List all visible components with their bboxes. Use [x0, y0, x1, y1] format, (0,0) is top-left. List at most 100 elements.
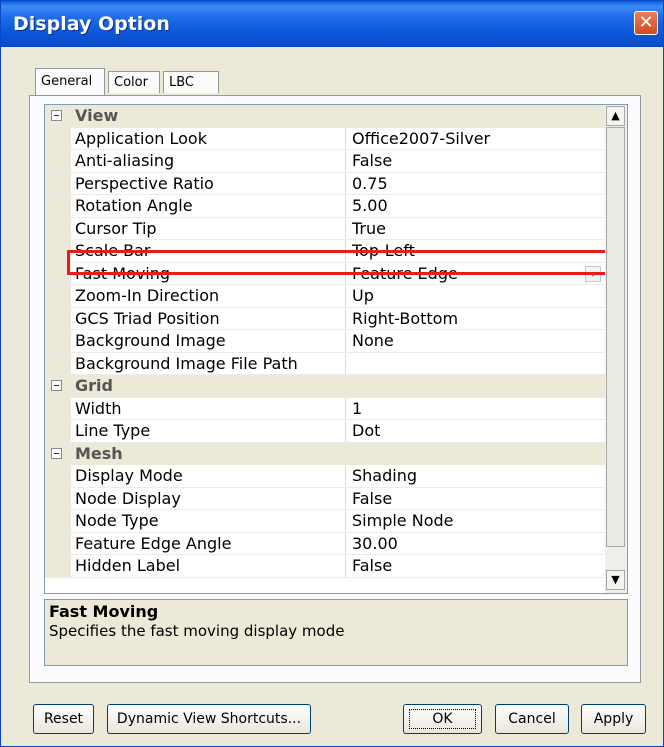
- row-gutter: [45, 397, 71, 419]
- property-name: Perspective Ratio: [75, 173, 214, 193]
- row-gutter: [45, 285, 71, 307]
- property-value[interactable]: None: [345, 330, 605, 352]
- display-option-dialog: Display Option ✕ General Color LBC View: [0, 0, 664, 747]
- property-row[interactable]: Background Image None: [45, 330, 605, 353]
- property-row[interactable]: Cursor Tip True: [45, 217, 605, 240]
- category-mesh[interactable]: Mesh: [45, 442, 605, 465]
- focus-rect: [409, 709, 476, 729]
- row-gutter: [45, 532, 71, 554]
- cancel-button[interactable]: Cancel: [495, 704, 569, 734]
- row-gutter: [45, 127, 71, 149]
- property-value[interactable]: Shading: [345, 465, 605, 487]
- collapse-icon[interactable]: [51, 380, 62, 391]
- property-value[interactable]: Simple Node: [345, 510, 605, 532]
- property-value[interactable]: 30.00: [345, 532, 605, 554]
- property-value[interactable]: Office2007-Silver: [345, 127, 605, 149]
- scroll-thumb[interactable]: [606, 127, 625, 547]
- property-value[interactable]: True: [345, 217, 605, 239]
- property-value[interactable]: 1: [345, 397, 605, 419]
- property-name: Application Look: [75, 128, 207, 148]
- collapse-icon[interactable]: [51, 447, 62, 459]
- description-text: Specifies the fast moving display mode: [49, 622, 345, 640]
- row-gutter: [45, 465, 71, 487]
- tab-lbc-label: LBC: [169, 75, 195, 90]
- property-row[interactable]: Width 1: [45, 397, 605, 420]
- row-gutter: [45, 240, 71, 262]
- arrow-up-icon: ▲: [611, 109, 620, 122]
- property-value[interactable]: 5.00: [345, 195, 605, 217]
- property-value[interactable]: Right-Bottom: [345, 307, 605, 329]
- property-name: Fast Moving: [75, 263, 171, 283]
- dialog-body: General Color LBC View Application Look …: [5, 47, 659, 742]
- row-gutter: [45, 172, 71, 194]
- property-row-fast-moving[interactable]: Fast Moving Feature Edge: [45, 262, 605, 285]
- property-row[interactable]: Zoom-In Direction Up: [45, 285, 605, 308]
- property-name: Scale Bar: [75, 241, 151, 260]
- collapse-icon[interactable]: [51, 110, 62, 121]
- property-row[interactable]: Feature Edge Angle 30.00: [45, 532, 605, 555]
- title-bar[interactable]: Display Option ✕: [1, 1, 663, 47]
- property-name: Background Image File Path: [75, 353, 298, 373]
- row-gutter: [45, 420, 71, 442]
- ok-button[interactable]: OK: [403, 704, 482, 734]
- property-value[interactable]: Top-Left: [345, 240, 605, 262]
- property-value[interactable]: False: [345, 555, 605, 577]
- apply-button[interactable]: Apply: [581, 704, 646, 734]
- property-grid: View Application Look Office2007-Silver …: [44, 104, 628, 594]
- property-value[interactable]: Up: [345, 285, 605, 307]
- row-gutter: [45, 217, 71, 239]
- property-row[interactable]: Node Display False: [45, 487, 605, 510]
- property-row[interactable]: Rotation Angle 5.00: [45, 195, 605, 218]
- property-name: Line Type: [75, 421, 151, 440]
- property-name: Width: [75, 398, 122, 418]
- property-name: Node Type: [75, 511, 159, 530]
- property-name: Zoom-In Direction: [75, 286, 220, 305]
- row-gutter: [45, 330, 71, 352]
- property-row[interactable]: Display Mode Shading: [45, 465, 605, 488]
- property-row[interactable]: Line Type Dot: [45, 420, 605, 443]
- row-gutter: [45, 195, 71, 217]
- property-value[interactable]: Dot: [345, 420, 605, 442]
- close-icon: ✕: [638, 12, 654, 33]
- property-row[interactable]: Background Image File Path: [45, 352, 605, 375]
- description-panel: Fast Moving Specifies the fast moving di…: [44, 599, 628, 666]
- tab-general-label: General: [41, 74, 93, 89]
- tab-color[interactable]: Color: [108, 71, 160, 93]
- property-value[interactable]: 0.75: [345, 172, 605, 194]
- dynamic-view-shortcuts-button[interactable]: Dynamic View Shortcuts...: [107, 704, 311, 734]
- property-value[interactable]: False: [345, 150, 605, 172]
- property-row[interactable]: Node Type Simple Node: [45, 510, 605, 533]
- property-name: Feature Edge Angle: [75, 533, 232, 553]
- property-name: Background Image: [75, 331, 226, 350]
- tab-color-label: Color: [114, 75, 148, 90]
- vertical-scrollbar[interactable]: ▲ ▼: [605, 105, 627, 593]
- category-label: View: [75, 106, 119, 125]
- dropdown-arrow-icon[interactable]: [585, 265, 601, 282]
- property-row[interactable]: Hidden Label False: [45, 555, 605, 578]
- tab-lbc[interactable]: LBC: [163, 71, 219, 93]
- category-grid[interactable]: Grid: [45, 375, 605, 398]
- category-label: Mesh: [75, 443, 123, 463]
- property-name: Cursor Tip: [75, 218, 157, 238]
- property-value[interactable]: False: [345, 487, 605, 509]
- property-value[interactable]: [345, 352, 605, 374]
- property-row[interactable]: Perspective Ratio 0.75: [45, 172, 605, 195]
- property-name: GCS Triad Position: [75, 308, 220, 328]
- property-value-dropdown[interactable]: Feature Edge: [345, 262, 605, 284]
- reset-button[interactable]: Reset: [33, 704, 94, 734]
- close-button[interactable]: ✕: [634, 11, 658, 35]
- row-gutter: [45, 487, 71, 509]
- row-gutter: [45, 262, 71, 284]
- row-gutter: [45, 510, 71, 532]
- property-row[interactable]: Scale Bar Top-Left: [45, 240, 605, 263]
- category-view[interactable]: View: [45, 105, 605, 128]
- category-label: Grid: [75, 376, 113, 395]
- row-gutter: [45, 150, 71, 172]
- scroll-down-button[interactable]: ▼: [606, 570, 625, 590]
- property-row[interactable]: Anti-aliasing False: [45, 150, 605, 173]
- property-row[interactable]: Application Look Office2007-Silver: [45, 127, 605, 150]
- arrow-down-icon: ▼: [611, 573, 620, 586]
- scroll-up-button[interactable]: ▲: [606, 106, 625, 126]
- property-row[interactable]: GCS Triad Position Right-Bottom: [45, 307, 605, 330]
- tab-general[interactable]: General: [35, 68, 105, 95]
